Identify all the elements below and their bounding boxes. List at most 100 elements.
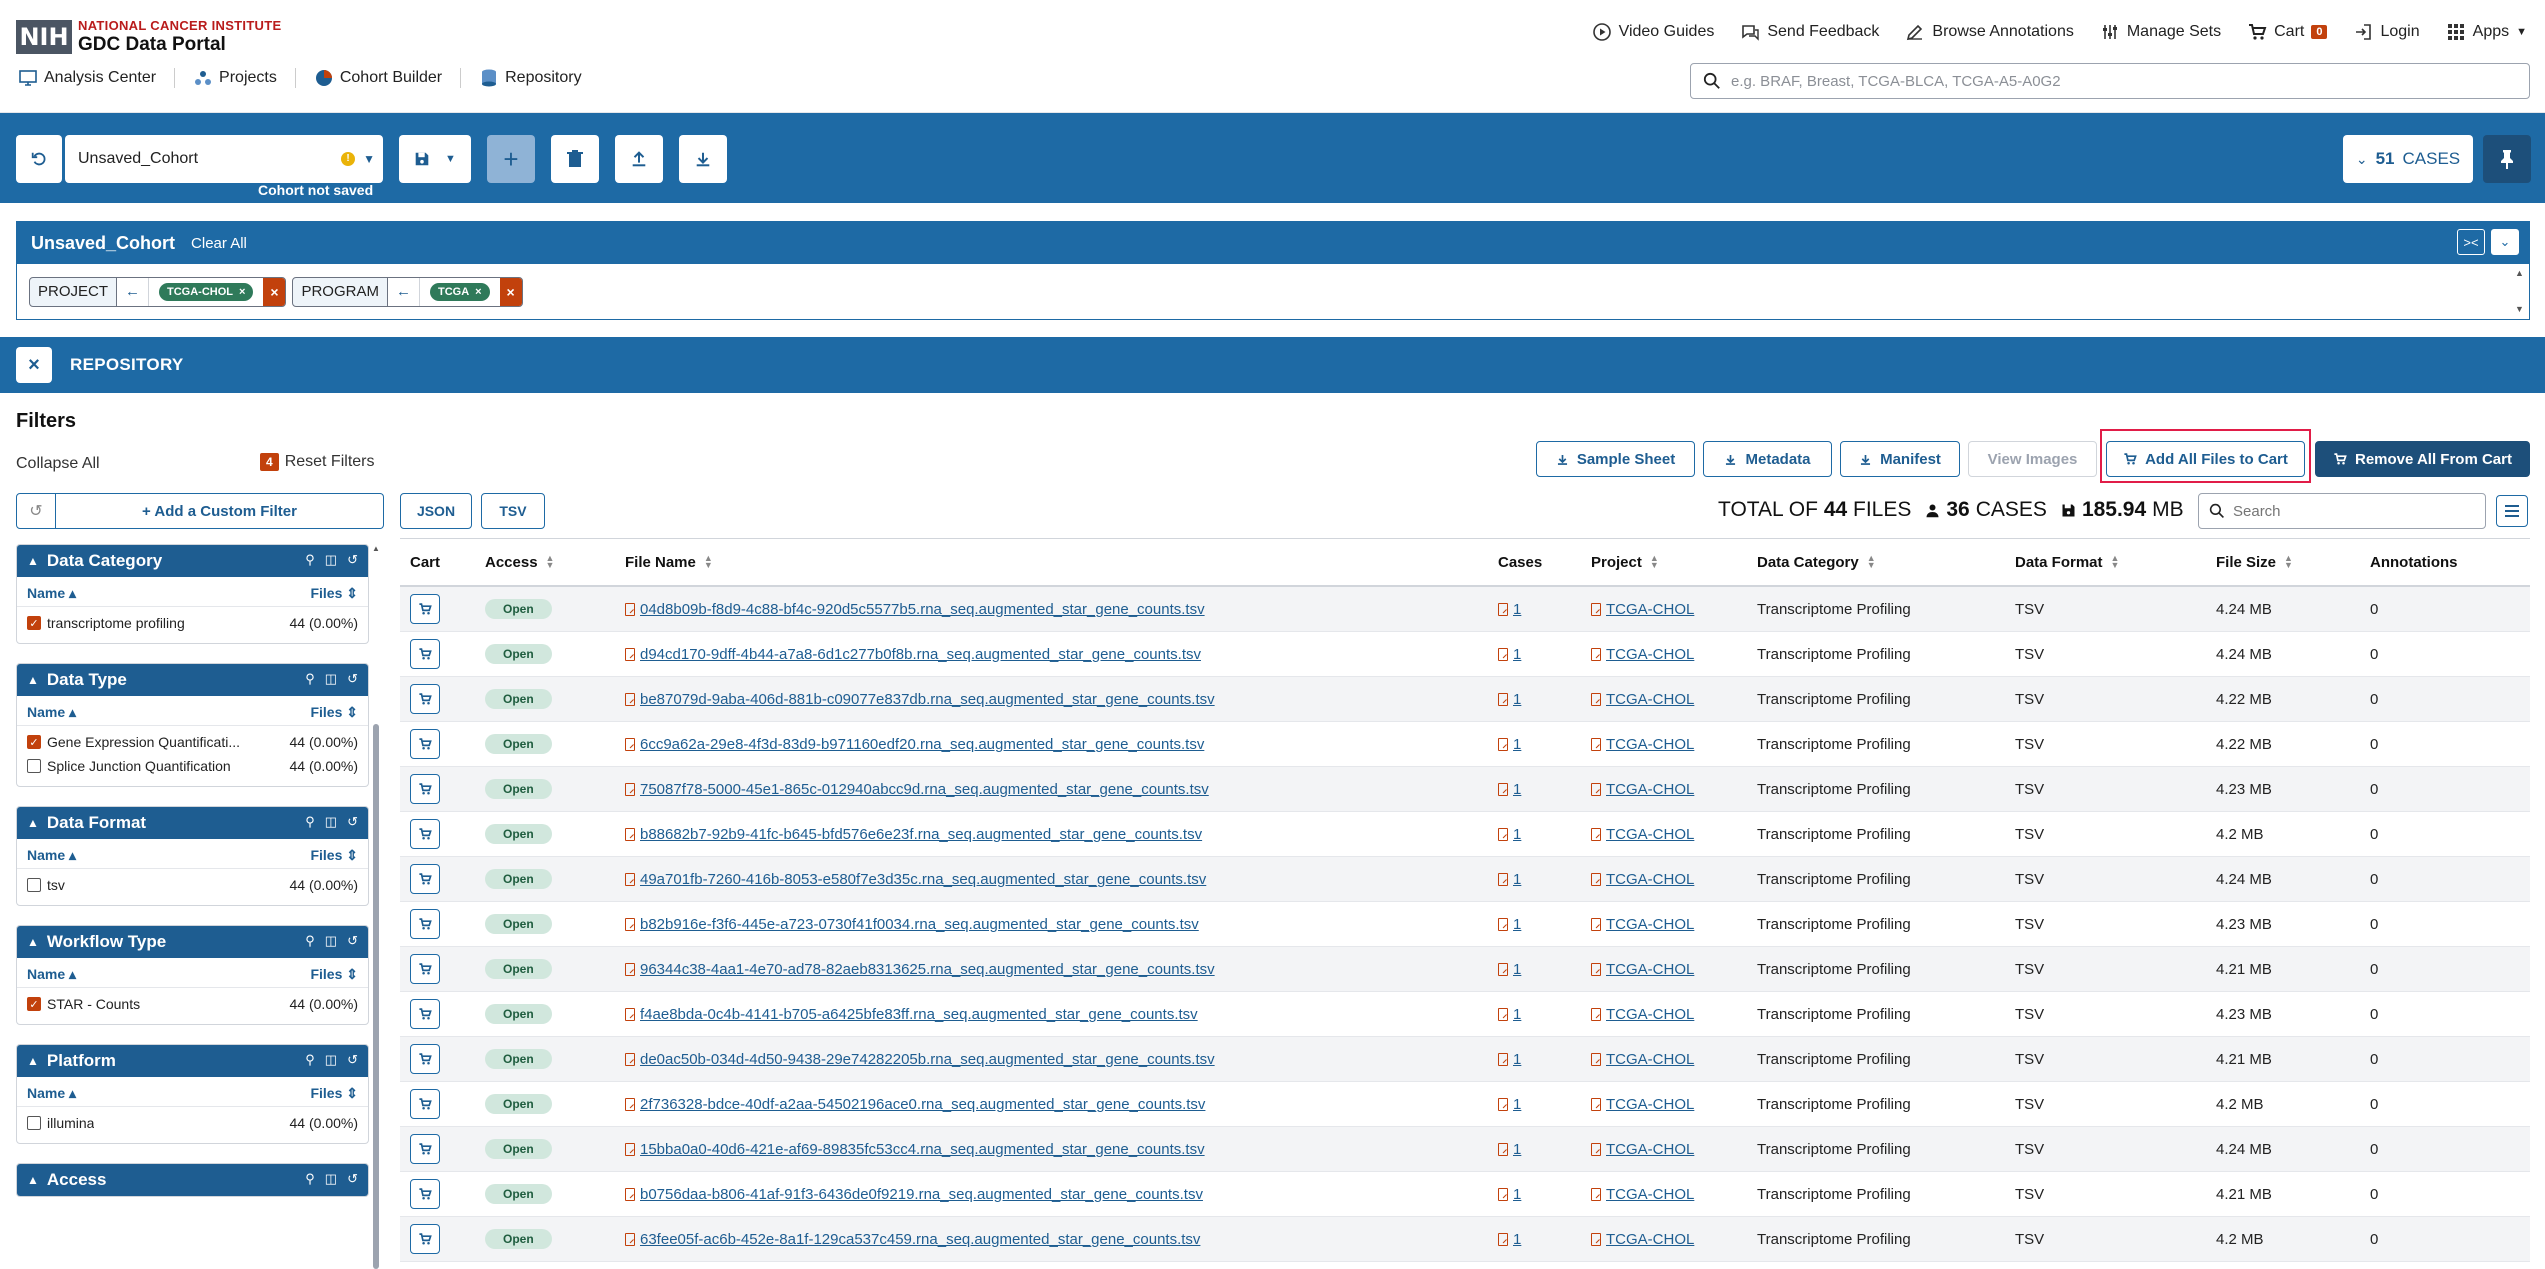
facet-files-sort[interactable]: Files ⇕ [310, 966, 358, 983]
project-link[interactable]: TCGA-CHOL [1591, 1141, 1757, 1158]
facet-name-sort[interactable]: Name ▴ [27, 585, 76, 602]
sample-sheet-button[interactable]: Sample Sheet [1536, 441, 1695, 477]
facet-header[interactable]: ▲ Access ⚲ ◫ ↺ [17, 1164, 368, 1196]
flip-icon[interactable]: ◫ [325, 1171, 337, 1187]
checkbox[interactable]: ✓ [27, 616, 41, 630]
nav-cart[interactable]: Cart 0 [2247, 22, 2328, 42]
add-to-cart-button[interactable] [410, 819, 440, 849]
chevron-up-icon[interactable]: ▲ [27, 554, 39, 568]
metadata-button[interactable]: Metadata [1703, 441, 1832, 477]
filter-value-pill[interactable]: TCGA-CHOL × [159, 282, 254, 301]
arrow-left-icon[interactable]: ← [117, 277, 150, 306]
facet-name-sort[interactable]: Name ▴ [27, 704, 76, 721]
checkbox[interactable] [27, 878, 41, 892]
facet-name-sort[interactable]: Name ▴ [27, 1085, 76, 1102]
add-to-cart-button[interactable] [410, 954, 440, 984]
file-name-link[interactable]: 2f736328-bdce-40df-a2aa-54502196ace0.rna… [625, 1096, 1498, 1113]
add-custom-filter-button[interactable]: + Add a Custom Filter [56, 493, 384, 529]
project-link[interactable]: TCGA-CHOL [1591, 601, 1757, 618]
cases-link[interactable]: 1 [1498, 1096, 1591, 1113]
facet-option[interactable]: ✓ Gene Expression Quantificati... 44 (0.00… [17, 730, 368, 754]
chevron-down-icon[interactable]: ▼ [445, 153, 456, 165]
reset-icon[interactable]: ↺ [347, 1052, 358, 1068]
cohort-select[interactable]: Unsaved_Cohort ! ▼ [65, 135, 383, 183]
cases-link[interactable]: 1 [1498, 646, 1591, 663]
scrollbar-thumb[interactable] [373, 724, 379, 1269]
nav-apps[interactable]: Apps ▼ [2446, 22, 2527, 42]
nav-login[interactable]: Login [2353, 22, 2420, 42]
cases-link[interactable]: 1 [1498, 1006, 1591, 1023]
import-cohort-button[interactable] [615, 135, 663, 183]
reset-icon[interactable]: ↺ [347, 552, 358, 568]
filter-value-pill[interactable]: TCGA × [429, 282, 490, 301]
cases-link[interactable]: 1 [1498, 826, 1591, 843]
col-access[interactable]: Access ▲ ▼ [485, 554, 625, 571]
flip-icon[interactable]: ◫ [325, 552, 337, 568]
search-icon[interactable]: ⚲ [305, 1052, 315, 1068]
project-link[interactable]: TCGA-CHOL [1591, 1051, 1757, 1068]
facet-header[interactable]: ▲ Data Type ⚲ ◫ ↺ [17, 664, 368, 696]
search-icon[interactable]: ⚲ [305, 552, 315, 568]
facet-option[interactable]: ✓ transcriptome profiling 44 (0.00%) [17, 611, 368, 635]
flip-icon[interactable]: ◫ [325, 814, 337, 830]
chevron-up-icon[interactable]: ▲ [27, 935, 39, 949]
collapse-all-button[interactable]: Collapse All [16, 455, 100, 473]
close-icon[interactable]: × [239, 286, 245, 298]
flip-icon[interactable]: ◫ [325, 671, 337, 687]
file-name-link[interactable]: be87079d-9aba-406d-881b-c09077e837db.rna… [625, 691, 1498, 708]
nav-manage-sets[interactable]: Manage Sets [2100, 22, 2221, 42]
chevron-up-icon[interactable]: ▲ [27, 1054, 39, 1068]
reset-icon[interactable]: ↺ [347, 671, 358, 687]
chevron-up-icon[interactable]: ▲ [372, 544, 380, 553]
delete-cohort-button[interactable] [551, 135, 599, 183]
add-to-cart-button[interactable] [410, 999, 440, 1029]
manifest-button[interactable]: Manifest [1840, 441, 1960, 477]
search-icon[interactable]: ⚲ [305, 671, 315, 687]
facet-option[interactable]: tsv 44 (0.00%) [17, 873, 368, 897]
search-icon[interactable]: ⚲ [305, 1171, 315, 1187]
add-to-cart-button[interactable] [410, 909, 440, 939]
project-link[interactable]: TCGA-CHOL [1591, 781, 1757, 798]
project-link[interactable]: TCGA-CHOL [1591, 1231, 1757, 1248]
project-link[interactable]: TCGA-CHOL [1591, 1006, 1757, 1023]
col-file-name[interactable]: File Name ▲ ▼ [625, 554, 1498, 571]
add-to-cart-button[interactable] [410, 639, 440, 669]
reset-custom-filter-button[interactable]: ↺ [16, 493, 56, 529]
remove-filter-button[interactable]: × [499, 277, 522, 306]
collapse-filters-icon[interactable]: >< [2457, 229, 2485, 255]
facet-option[interactable]: ✓ STAR - Counts 44 (0.00%) [17, 992, 368, 1016]
quick-search-input[interactable] [1731, 72, 2491, 90]
project-link[interactable]: TCGA-CHOL [1591, 871, 1757, 888]
cases-link[interactable]: 1 [1498, 1231, 1591, 1248]
add-to-cart-button[interactable] [410, 864, 440, 894]
cases-link[interactable]: 1 [1498, 1141, 1591, 1158]
arrow-left-icon[interactable]: ← [387, 277, 420, 306]
column-menu-button[interactable] [2496, 495, 2528, 527]
close-repository-button[interactable]: × [16, 347, 52, 383]
cases-link[interactable]: 1 [1498, 691, 1591, 708]
facet-files-sort[interactable]: Files ⇕ [310, 704, 358, 721]
cases-link[interactable]: 1 [1498, 601, 1591, 618]
project-link[interactable]: TCGA-CHOL [1591, 736, 1757, 753]
cases-link[interactable]: 1 [1498, 1051, 1591, 1068]
file-name-link[interactable]: 96344c38-4aa1-4e70-ad78-82aeb8313625.rna… [625, 961, 1498, 978]
add-to-cart-button[interactable] [410, 774, 440, 804]
table-search-input[interactable] [2233, 502, 2473, 520]
cases-link[interactable]: 1 [1498, 871, 1591, 888]
save-cohort-button[interactable]: ▼ [399, 135, 471, 183]
add-to-cart-button[interactable] [410, 1179, 440, 1209]
add-to-cart-button[interactable] [410, 684, 440, 714]
project-link[interactable]: TCGA-CHOL [1591, 916, 1757, 933]
file-name-link[interactable]: 49a701fb-7260-416b-8053-e580f7e3d35c.rna… [625, 871, 1498, 888]
cases-link[interactable]: 1 [1498, 736, 1591, 753]
facet-files-sort[interactable]: Files ⇕ [310, 1085, 358, 1102]
facet-header[interactable]: ▲ Data Format ⚲ ◫ ↺ [17, 807, 368, 839]
nav-browse-annotations[interactable]: Browse Annotations [1905, 22, 2074, 42]
file-name-link[interactable]: 63fee05f-ac6b-452e-8a1f-129ca537c459.rna… [625, 1231, 1498, 1248]
pin-cohort-button[interactable] [2483, 135, 2531, 183]
new-cohort-button[interactable]: + [487, 135, 535, 183]
add-to-cart-button[interactable] [410, 1134, 440, 1164]
remove-filter-button[interactable]: × [263, 277, 286, 306]
file-name-link[interactable]: b0756daa-b806-41af-91f3-6436de0f9219.rna… [625, 1186, 1498, 1203]
close-icon[interactable]: × [475, 286, 481, 298]
